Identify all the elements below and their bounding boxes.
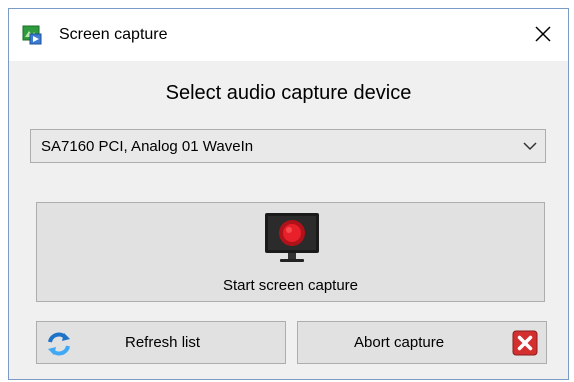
- refresh-list-button[interactable]: Refresh list: [36, 321, 286, 364]
- screen-capture-window: Screen capture Select audio capture devi…: [8, 8, 569, 380]
- abort-capture-button[interactable]: Abort capture: [297, 321, 547, 364]
- abort-capture-label: Abort capture: [354, 334, 445, 351]
- start-screen-capture-button[interactable]: Start screen capture: [36, 202, 545, 302]
- audio-device-select[interactable]: SA7160 PCI, Analog 01 WaveIn: [30, 129, 546, 163]
- refresh-list-label: Refresh list: [125, 334, 201, 351]
- start-screen-capture-label: Start screen capture: [222, 277, 359, 294]
- screen-capture-app-icon: [22, 25, 42, 45]
- monitor-record-icon: [265, 213, 319, 262]
- refresh-icon: [48, 332, 70, 356]
- page-heading: Select audio capture device: [165, 82, 412, 104]
- selected-device-value: SA7160 PCI, Analog 01 WaveIn: [41, 138, 254, 155]
- close-icon[interactable]: [530, 21, 556, 47]
- title-bar: Screen capture: [9, 9, 568, 61]
- red-x-icon: [512, 330, 538, 356]
- chevron-down-icon: [523, 142, 537, 151]
- window-title: Screen capture: [59, 26, 168, 43]
